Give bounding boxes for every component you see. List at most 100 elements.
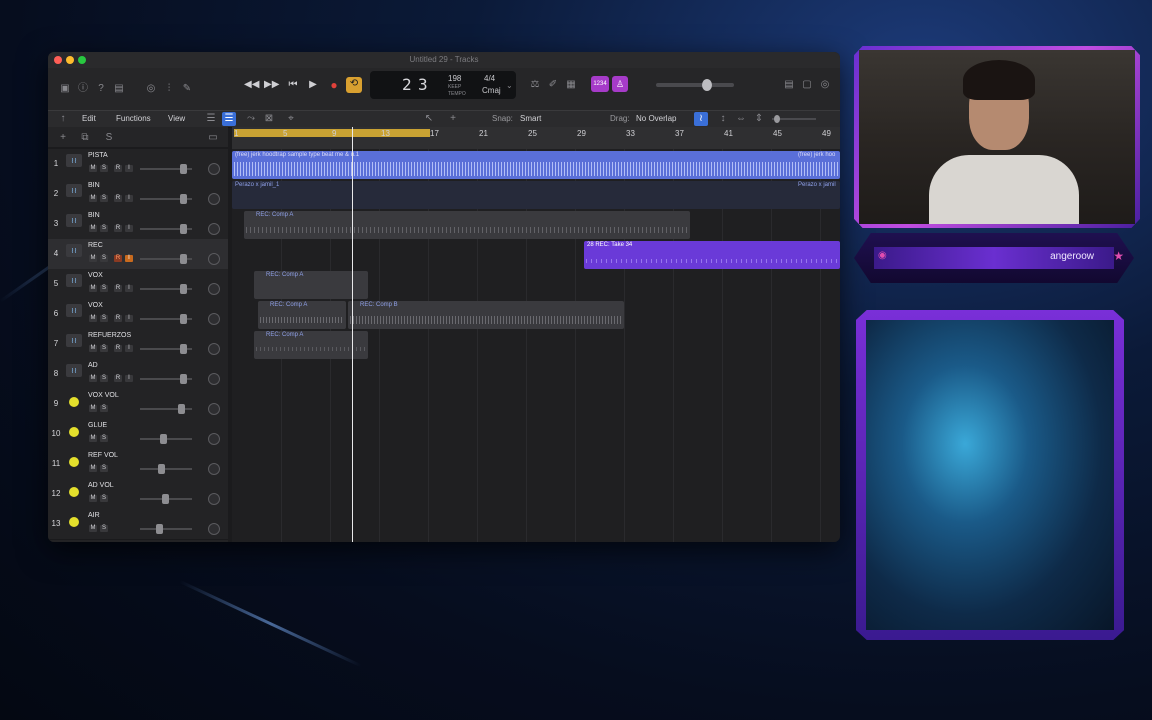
volume-fader[interactable] [140,374,192,384]
functions-menu[interactable]: Functions [116,114,151,123]
volume-fader[interactable] [140,344,192,354]
quick-help-icon[interactable]: ? [94,82,108,96]
mute-button[interactable]: M [89,375,97,382]
volume-fader[interactable] [140,434,192,444]
solo-button[interactable]: S [100,315,108,322]
solo-button[interactable]: S [100,255,108,262]
fader-knob[interactable] [178,404,185,414]
flex-icon[interactable]: ⌖ [284,112,298,126]
add-track-button[interactable]: + [56,131,70,145]
smart-controls-icon[interactable]: ◎ [144,82,158,96]
solo-button[interactable]: S [100,225,108,232]
audio-region[interactable]: REC: Comp A [258,301,346,329]
record-enable-button[interactable]: R [114,375,122,382]
solo-button[interactable]: S [100,495,108,502]
track-header[interactable]: 7 ≀≀ REFUERZOS M S R I [48,329,228,360]
input-monitor-button[interactable]: I [125,225,133,232]
solo-button[interactable]: S [100,195,108,202]
track-name[interactable]: VOX [88,272,103,279]
toolbar-icon[interactable]: ▤ [112,82,126,96]
cycle-button[interactable]: ⟲ [346,77,362,93]
volume-fader[interactable] [140,164,192,174]
track-header-selected[interactable]: 4 ≀≀ REC M S R I [48,239,228,270]
fader-knob[interactable] [180,314,187,324]
track-name[interactable]: REC [88,242,103,249]
notepad-icon[interactable]: ▢ [800,78,814,92]
fader-knob[interactable] [180,254,187,264]
record-enable-button[interactable]: R [114,225,122,232]
drag-dropdown[interactable]: No Overlap [636,114,676,123]
header-config-button[interactable]: ▭ [206,131,220,145]
record-enable-button[interactable]: R [114,165,122,172]
editors-icon[interactable]: ✎ [180,82,194,96]
pan-knob[interactable] [208,523,220,535]
volume-fader[interactable] [140,464,192,474]
track-name[interactable]: PISTA [88,152,108,159]
link-icon[interactable]: ⊠ [262,112,276,126]
input-monitor-button[interactable]: I [125,255,133,262]
track-header[interactable]: 11 REF VOL M S [48,449,228,480]
pan-knob[interactable] [208,283,220,295]
pan-knob[interactable] [208,403,220,415]
fader-knob[interactable] [180,224,187,234]
audio-region[interactable]: (free) jerk hoodtrap sample type beat me… [232,151,840,179]
fader-knob[interactable] [156,524,163,534]
volume-fader[interactable] [140,314,192,324]
solo-button[interactable]: S [100,345,108,352]
record-enable-button[interactable]: R [114,255,122,262]
volume-fader[interactable] [140,284,192,294]
fader-knob[interactable] [160,434,167,444]
inspector-icon[interactable]: ⓘ [76,82,90,96]
horizontal-zoom-icon[interactable]: ⇔ [734,112,748,126]
mute-button[interactable]: M [89,255,97,262]
mute-button[interactable]: M [89,345,97,352]
master-volume-slider[interactable] [656,79,734,91]
fader-knob[interactable] [158,464,165,474]
browser-icon[interactable]: ◎ [818,78,832,92]
snap-dropdown[interactable]: Smart [520,114,541,123]
record-enable-button[interactable]: R [114,285,122,292]
track-header[interactable]: 8 ≀≀ AD M S R I [48,359,228,390]
input-monitor-button[interactable]: I [125,315,133,322]
volume-fader[interactable] [140,254,192,264]
track-header[interactable]: 5 ≀≀ VOX M S R I [48,269,228,300]
record-enable-button[interactable]: R [114,195,122,202]
volume-fader[interactable] [140,494,192,504]
back-arrow-icon[interactable]: ↑ [56,112,70,126]
region-view-icon[interactable]: ☰ [222,112,236,126]
track-name[interactable]: BIN [88,212,100,219]
record-button[interactable]: ● [327,78,341,92]
tuner-icon[interactable]: ⚖ [528,78,542,92]
lcd-dropdown-icon[interactable]: ⌄ [506,81,513,90]
waveform-zoom-icon[interactable]: ≀ [694,112,708,126]
track-header[interactable]: 10 GLUE M S [48,419,228,450]
record-enable-button[interactable]: R [114,345,122,352]
solo-global-button[interactable]: S [102,131,116,145]
volume-fader[interactable] [140,404,192,414]
solo-button[interactable]: S [100,405,108,412]
zoom-slider[interactable] [772,115,816,123]
pan-knob[interactable] [208,493,220,505]
pan-knob[interactable] [208,253,220,265]
track-header[interactable]: 6 ≀≀ VOX M S R I [48,299,228,330]
volume-fader[interactable] [140,224,192,234]
mute-button[interactable]: M [89,285,97,292]
audio-region[interactable]: REC: Comp B [348,301,624,329]
pan-knob[interactable] [208,433,220,445]
audio-region[interactable]: REC: Comp A [254,331,368,359]
audio-region[interactable]: Perazo x jamil_1 Perazo x jamil [232,181,840,209]
duplicate-track-button[interactable]: ⧉ [78,131,92,145]
mute-button[interactable]: M [89,165,97,172]
count-in-button[interactable]: 1234 [591,76,609,92]
play-button[interactable]: ▶ [306,78,320,92]
pan-knob[interactable] [208,193,220,205]
fader-knob[interactable] [180,164,187,174]
mute-button[interactable]: M [89,195,97,202]
track-header[interactable]: 13 AIR M S [48,509,228,540]
mute-button[interactable]: M [89,225,97,232]
track-name[interactable]: REFUERZOS [88,332,131,339]
input-monitor-button[interactable]: I [125,285,133,292]
pointer-tool-icon[interactable]: ↖ [422,112,436,126]
pan-knob[interactable] [208,313,220,325]
track-name[interactable]: VOX VOL [88,392,119,399]
